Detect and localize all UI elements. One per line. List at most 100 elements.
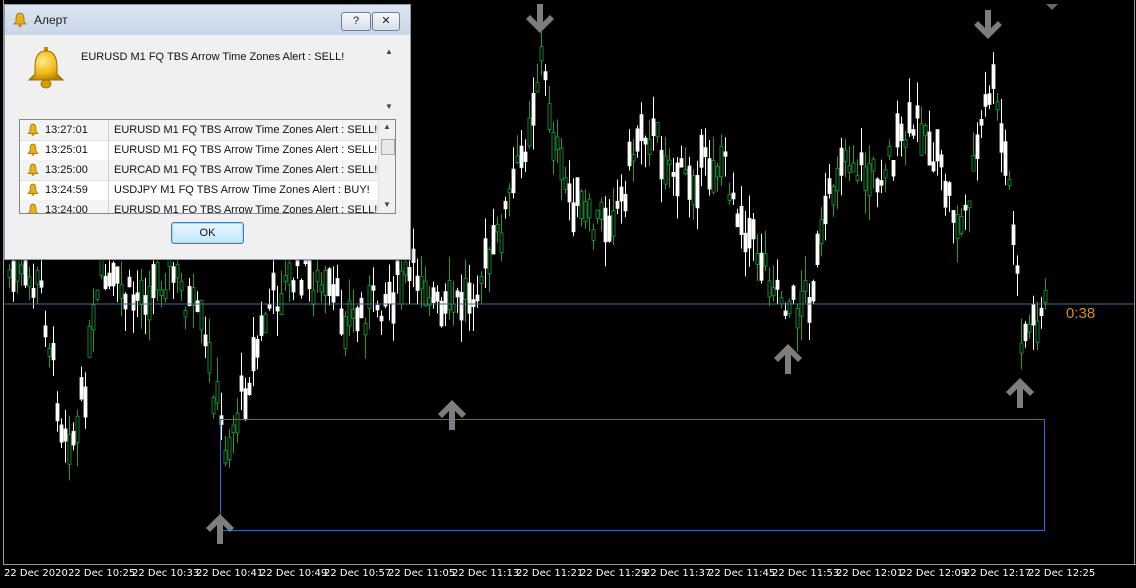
bull-candle: [795, 308, 800, 329]
bell-icon: [27, 143, 39, 156]
bear-candle: [635, 128, 640, 152]
bull-candle: [599, 201, 604, 220]
scroll-down-icon[interactable]: ▼: [385, 102, 393, 111]
history-row[interactable]: 13:24:59 USDJPY M1 FQ TBS Arrow Time Zone…: [20, 180, 378, 201]
bear-candle: [359, 297, 364, 319]
bull-candle: [595, 209, 600, 219]
bull-candle: [507, 188, 512, 194]
bull-candle: [179, 280, 184, 291]
bull-candle: [711, 160, 716, 193]
dialog-title: Алерт: [34, 13, 68, 27]
time-label: 22 Dec 11:05: [388, 568, 456, 579]
bear-candle: [671, 171, 676, 177]
message-scrollbar[interactable]: ▲ ▼: [383, 47, 395, 111]
time-label: 22 Dec 11:37: [644, 568, 712, 579]
help-button[interactable]: ?: [341, 12, 371, 31]
bear-candle: [991, 64, 996, 89]
bear-candle: [63, 428, 68, 442]
bell-icon: [28, 203, 38, 213]
bull-candle: [851, 162, 856, 173]
bear-candle: [51, 343, 56, 361]
scroll-thumb[interactable]: [381, 139, 395, 155]
bull-candle: [223, 450, 228, 464]
close-button[interactable]: ✕: [372, 12, 400, 31]
ok-button[interactable]: OK: [171, 222, 244, 244]
bear-candle: [859, 152, 864, 166]
bear-candle: [415, 275, 420, 291]
history-row[interactable]: 13:25:00 EURCAD M1 FQ TBS Arrow Time Zone…: [20, 160, 378, 181]
bear-candle: [915, 105, 920, 119]
bear-candle: [675, 162, 680, 197]
bull-candle: [683, 168, 688, 175]
bear-candle: [951, 210, 956, 223]
bear-candle: [443, 291, 448, 314]
bull-candle: [691, 175, 696, 206]
history-text: EURUSD M1 FQ TBS Arrow Time Zones Alert …: [114, 144, 378, 156]
scroll-up-icon[interactable]: ▲: [385, 47, 393, 56]
bear-candle: [531, 92, 536, 126]
bell-icon: [27, 47, 65, 89]
bear-candle: [467, 282, 472, 314]
scroll-up-icon[interactable]: ▲: [383, 122, 391, 131]
scroll-down-icon[interactable]: ▼: [383, 200, 391, 209]
bear-candle: [687, 165, 692, 200]
bear-candle: [435, 291, 440, 302]
bull-candle: [499, 232, 504, 253]
bull-candle: [175, 264, 180, 279]
bull-candle: [587, 198, 592, 219]
bull-candle: [591, 229, 596, 241]
history-row[interactable]: 13:24:00 EURUSD M1 FQ TBS Arrow Time Zone…: [20, 200, 378, 214]
bull-candle: [867, 163, 872, 197]
bull-candle: [155, 262, 160, 291]
bear-candle: [275, 306, 280, 312]
bull-candle: [919, 123, 924, 156]
bear-candle: [239, 375, 244, 392]
bear-candle: [899, 123, 904, 142]
bear-candle: [519, 145, 524, 168]
history-row[interactable]: 13:25:01 EURUSD M1 FQ TBS Arrow Time Zone…: [20, 140, 378, 161]
bull-candle: [767, 280, 772, 298]
bear-candle: [639, 114, 644, 142]
bear-candle: [411, 248, 416, 263]
bull-candle: [1019, 342, 1024, 354]
bear-candle: [1011, 224, 1016, 246]
alert-dialog[interactable]: Алерт ? ✕ EURUSD M1 FQ TBS Arrow Time Zo…: [4, 4, 411, 260]
time-label: 22 Dec 12:17: [964, 568, 1032, 579]
bear-candle: [999, 123, 1004, 153]
bear-candle: [1031, 303, 1036, 326]
bear-candle: [195, 300, 200, 312]
bull-candle: [403, 261, 408, 276]
bear-candle: [123, 293, 128, 310]
bull-candle: [207, 341, 212, 374]
bear-candle: [987, 93, 992, 105]
bear-candle: [83, 386, 88, 418]
bull-candle: [903, 139, 908, 148]
bull-candle: [551, 131, 556, 161]
time-label: 22 Dec 10:25: [68, 568, 136, 579]
bear-candle: [151, 264, 156, 299]
history-scrollbar[interactable]: ▲ ▼: [378, 120, 395, 213]
bear-candle: [807, 297, 812, 323]
bull-candle: [227, 436, 232, 460]
bar-timer: 0:38: [1066, 305, 1096, 322]
bear-candle: [699, 134, 704, 168]
bear-candle: [875, 178, 880, 193]
bull-candle: [871, 158, 876, 172]
time-label: 22 Dec 11:53: [772, 568, 840, 579]
bell-icon: [27, 183, 39, 196]
bear-candle: [623, 193, 628, 212]
bull-candle: [655, 121, 660, 138]
alert-history-list[interactable]: 13:27:01 EURUSD M1 FQ TBS Arrow Time Zone…: [19, 119, 396, 214]
bear-candle: [31, 287, 36, 298]
bull-candle: [719, 145, 724, 178]
bear-candle: [927, 131, 932, 166]
dialog-titlebar[interactable]: Алерт ? ✕: [5, 5, 410, 35]
bull-candle: [967, 200, 972, 209]
bear-candle: [299, 280, 304, 296]
time-label: 22 Dec 12:25: [1028, 568, 1096, 579]
bear-candle: [407, 267, 412, 282]
bull-candle: [579, 191, 584, 219]
time-label: 22 Dec 10:49: [260, 568, 328, 579]
history-text: EURUSD M1 FQ TBS Arrow Time Zones Alert …: [114, 204, 378, 214]
history-row[interactable]: 13:27:01 EURUSD M1 FQ TBS Arrow Time Zone…: [20, 120, 378, 141]
